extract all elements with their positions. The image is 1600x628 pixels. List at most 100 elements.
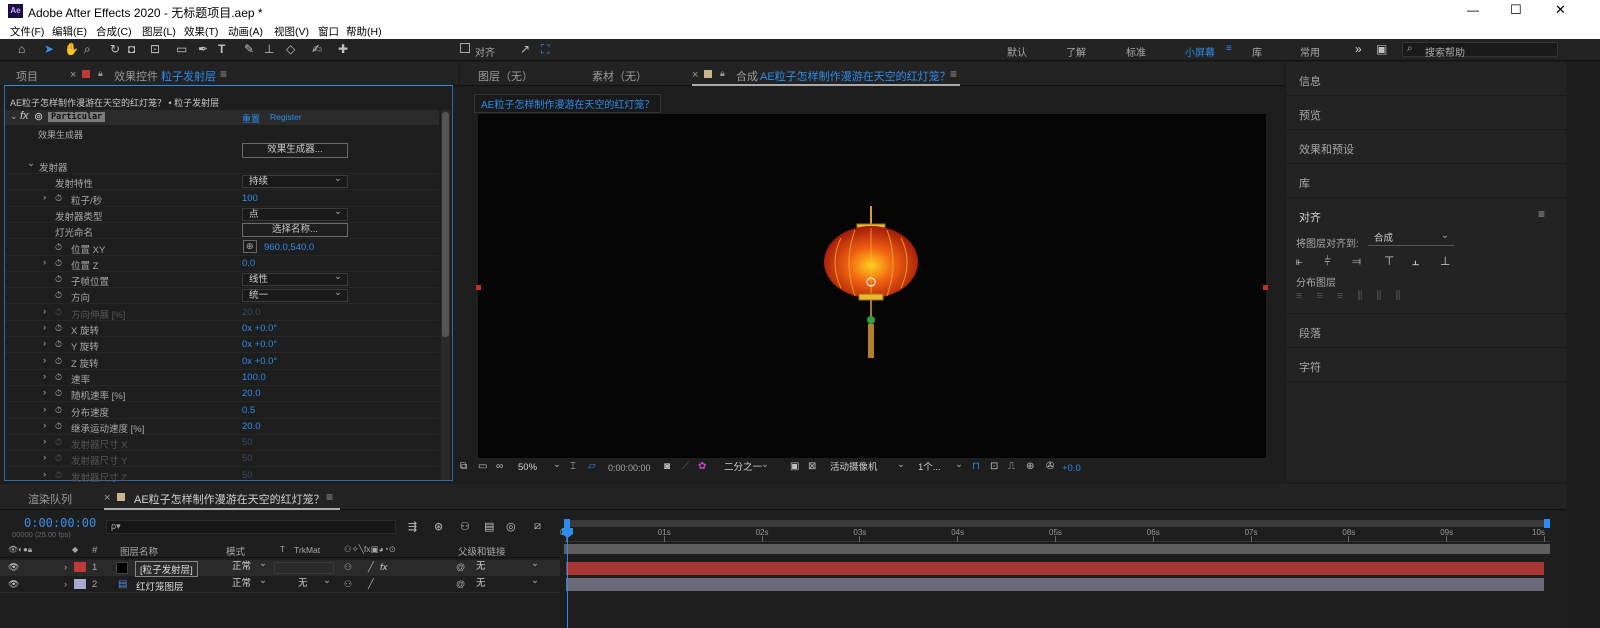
panel-character[interactable]: 字符 <box>1286 348 1566 382</box>
parent-select[interactable]: 无 <box>470 558 544 574</box>
parameter-value[interactable]: 50 <box>242 470 253 481</box>
parameter-dropdown[interactable]: 点 <box>242 206 348 221</box>
right-handle[interactable] <box>1263 285 1268 290</box>
twirl-closed-icon[interactable]: › <box>43 338 46 349</box>
workspace-default[interactable]: 默认 <box>1007 44 1027 59</box>
align-to-select[interactable]: 合成 <box>1368 230 1454 246</box>
parameter-row[interactable]: 发射器类型 点 <box>5 206 439 223</box>
timeline-layer-row[interactable]: 👁︎ › 1 [粒子发射层] 正常 ⚇ ╱ fx @ 无 <box>0 558 560 577</box>
menu-effect[interactable]: 效果(T) <box>184 24 218 39</box>
menu-composition[interactable]: 合成(C) <box>96 24 132 39</box>
roto-brush-tool-icon[interactable]: ✍ <box>312 42 322 56</box>
type-tool-icon[interactable]: T <box>218 42 225 56</box>
twirl-closed-icon[interactable]: › <box>64 579 67 590</box>
parameter-row[interactable]: › ⏱︎ X 旋转 0x +0.0° <box>5 321 439 337</box>
parent-pickwhip-icon[interactable]: @ <box>456 579 465 589</box>
show-snapshot-icon[interactable]: ⟋ <box>682 461 689 472</box>
panel-menu-icon[interactable]: ≡ <box>1538 207 1545 221</box>
hand-tool-icon[interactable]: ✋ <box>64 42 79 56</box>
layer-name[interactable]: 红灯笼图层 <box>136 579 184 593</box>
effect-builder-button[interactable]: 效果生成器... <box>242 143 348 158</box>
time-navigator[interactable] <box>564 519 1550 528</box>
twirl-closed-icon[interactable]: › <box>43 469 46 480</box>
parameter-row[interactable]: › ⏱︎ 随机速率 [%] 20.0 <box>5 386 439 403</box>
twirl-closed-icon[interactable]: › <box>43 387 46 398</box>
close-button[interactable]: ✕ <box>1555 2 1566 18</box>
menu-edit[interactable]: 编辑(E) <box>52 24 87 39</box>
register-link[interactable]: Register <box>270 112 302 122</box>
clone-stamp-tool-icon[interactable]: ⊥ <box>264 42 274 56</box>
twirl-open-icon[interactable]: ⌄ <box>27 158 35 169</box>
fit-icon[interactable]: ⌶ <box>570 461 576 472</box>
menu-animation[interactable]: 动画(A) <box>228 24 263 39</box>
tab-close-icon[interactable]: × <box>70 69 76 81</box>
choose-name-button[interactable]: 选择名称... <box>242 223 348 238</box>
timeline-timecode[interactable]: 0:00:00:00 <box>24 516 96 530</box>
workspace-common[interactable]: 常用 <box>1300 44 1320 59</box>
lock-icon[interactable]: 🔒︎ <box>98 68 103 79</box>
twirl-closed-icon[interactable]: › <box>43 322 46 333</box>
parameter-value[interactable]: 0x +0.0° <box>242 339 277 350</box>
quality-switch-icon[interactable]: ╱ <box>368 579 374 590</box>
parameter-row[interactable]: › ⏱︎ 发射器尺寸 X 50 <box>5 435 439 452</box>
timeline-layer-row[interactable]: 👁︎ › 2 ▤ 红灯笼图层 正常 无 ⚇ ╱ @ 无 <box>0 575 560 593</box>
parameter-row[interactable]: ⏱︎ 方向 统一 <box>5 287 439 305</box>
fast-preview-icon[interactable]: ⊡ <box>990 461 998 472</box>
stopwatch-icon[interactable]: ⏱︎ <box>55 307 62 318</box>
visibility-eye-icon[interactable]: 👁︎ <box>8 562 19 573</box>
align-bottom-icon[interactable]: ⊥ <box>1440 254 1450 268</box>
shy-layers-icon[interactable]: ⚇ <box>460 520 470 533</box>
parameter-row[interactable]: › ⏱︎ 分布速度 0.5 <box>5 403 439 419</box>
safe-zones-icon[interactable]: ▱ <box>588 461 596 472</box>
panel-paragraph[interactable]: 段落 <box>1286 314 1566 348</box>
tab-project[interactable]: 项目 <box>16 68 38 84</box>
selection-tool-icon[interactable]: ➤ <box>44 42 54 56</box>
workspace-more-icon[interactable]: » <box>1355 42 1362 56</box>
align-checkbox[interactable] <box>460 43 470 53</box>
position-crosshair-icon[interactable]: ⊕ <box>243 239 257 253</box>
menu-layer[interactable]: 图层(L) <box>142 24 176 39</box>
parameter-value[interactable]: 0x +0.0° <box>242 356 277 367</box>
layer-bar-2[interactable] <box>566 578 1544 591</box>
parameter-row[interactable]: › ⏱︎ 发射器尺寸 Z 50 <box>5 468 439 482</box>
reset-link[interactable]: 重置 <box>242 112 260 125</box>
parameter-dropdown[interactable]: 统一 <box>242 287 348 303</box>
align-top-icon[interactable]: ⊤ <box>1384 254 1394 268</box>
snap-options-icon[interactable]: ⛶ <box>541 42 549 57</box>
workspace-learn[interactable]: 了解 <box>1066 44 1086 59</box>
pen-tool-icon[interactable]: ✒ <box>198 42 208 56</box>
parameter-row[interactable]: › ⏱︎ Y 旋转 0x +0.0° <box>5 337 439 354</box>
twirl-closed-icon[interactable]: › <box>43 355 46 366</box>
parameter-row[interactable]: › ⏱︎ 速率 100.0 <box>5 370 439 386</box>
stopwatch-icon[interactable]: ⏱︎ <box>55 388 62 399</box>
navigator-start-handle[interactable] <box>564 519 570 528</box>
twirl-closed-icon[interactable]: › <box>43 436 46 447</box>
parameter-value[interactable]: 20.0 <box>242 388 261 399</box>
sync-settings-icon[interactable]: ▣ <box>1376 42 1387 56</box>
visibility-eye-icon[interactable]: 👁︎ <box>8 579 19 590</box>
camera-tool-icon[interactable]: ◘ <box>128 42 135 56</box>
menu-help[interactable]: 帮助(H) <box>346 24 382 39</box>
layer-mode-select[interactable]: 正常 <box>226 575 272 591</box>
parameter-value[interactable]: 0x +0.0° <box>242 323 277 334</box>
parameter-dropdown[interactable]: 持续 <box>242 173 348 189</box>
panel-effects-presets[interactable]: 效果和预设 <box>1286 130 1566 164</box>
parameter-value[interactable]: 20.0 <box>242 421 261 432</box>
effect-switch-icon[interactable]: fx <box>380 562 387 573</box>
quality-switch-icon[interactable]: ╱ <box>368 562 374 573</box>
camera-select[interactable]: 活动摄像机 <box>824 459 910 475</box>
tab-timeline-comp[interactable]: AE粒子怎样制作漫游在天空的红灯笼？ <box>134 491 325 507</box>
playhead[interactable] <box>567 528 568 628</box>
align-vcenter-icon[interactable]: ⫠ <box>1412 254 1419 269</box>
region-of-interest-icon[interactable]: ▣ <box>790 461 799 472</box>
layer-label-swatch[interactable] <box>74 579 86 589</box>
parameter-row[interactable]: 灯光命名 选择名称... <box>5 223 439 240</box>
stopwatch-icon[interactable]: ⏱︎ <box>55 193 62 204</box>
comp-breadcrumb[interactable]: AE粒子怎样制作漫游在天空的红灯笼？ <box>474 94 662 113</box>
parameter-row[interactable]: › ⏱︎ 方向伸展 [%] 20.0 <box>5 305 439 321</box>
snap-icon[interactable]: ↗ <box>520 42 530 56</box>
parameter-row[interactable]: › ⏱︎ 发射器尺寸 Y 50 <box>5 451 439 468</box>
parameter-row[interactable]: ⏱︎ 子帧位置 线性 <box>5 271 439 289</box>
twirl-closed-icon[interactable]: › <box>43 192 46 203</box>
twirl-closed-icon[interactable]: › <box>43 404 46 415</box>
